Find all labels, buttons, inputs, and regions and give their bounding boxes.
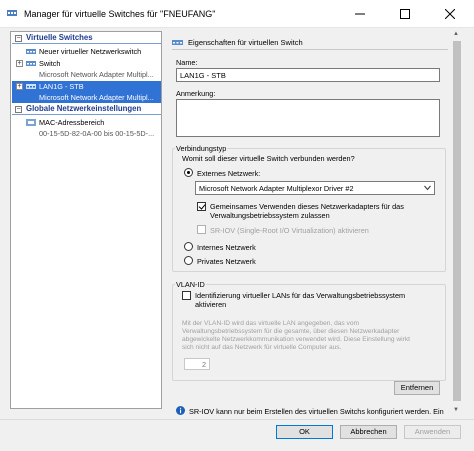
network-adapter-icon — [26, 49, 36, 54]
expand-icon[interactable]: + — [16, 83, 23, 90]
footer-divider — [0, 419, 474, 420]
tree-item-mac-range[interactable]: MAC-Adressbereich — [12, 117, 161, 128]
collapse-icon[interactable]: − — [15, 35, 22, 42]
note-label: Anmerkung: — [176, 89, 216, 98]
private-network-label[interactable]: Privates Netzwerk — [197, 257, 256, 266]
chevron-down-icon — [424, 185, 431, 191]
private-network-radio[interactable] — [184, 256, 193, 265]
window-title: Manager für virtuelle Switches für "FNEU… — [24, 9, 216, 19]
properties-header: Eigenschaften für virtuellen Switch — [172, 36, 448, 50]
external-network-radio[interactable] — [184, 168, 193, 177]
properties-panel: Eigenschaften für virtuellen Switch Name… — [168, 31, 451, 416]
connection-question: Womit soll dieser virtuelle Switch verbu… — [182, 154, 355, 163]
tree-item-switch[interactable]: + Switch — [12, 58, 161, 69]
network-card-icon — [26, 119, 36, 126]
close-button[interactable] — [427, 0, 473, 28]
internal-network-radio[interactable] — [184, 242, 193, 251]
network-switch-app-icon — [7, 10, 17, 16]
tree-item-mac-range-value[interactable]: 00-15-5D-82-0A-00 bis 00-15-5D-... — [12, 128, 161, 139]
vlan-enable-checkbox[interactable] — [182, 291, 191, 300]
cancel-button[interactable]: Abbrechen — [340, 425, 397, 439]
minimize-icon — [355, 13, 365, 15]
properties-scrollbar[interactable]: ▲ ▼ — [452, 31, 462, 416]
tree-header-global-settings[interactable]: − Globale Netzwerkeinstellungen — [12, 104, 161, 115]
ok-button[interactable]: OK — [276, 425, 333, 439]
share-adapter-checkbox[interactable] — [197, 202, 206, 211]
remove-button[interactable]: Entfernen — [394, 381, 440, 395]
sriov-checkbox[interactable] — [197, 225, 206, 234]
note-field[interactable] — [176, 99, 440, 137]
tree-header-virtual-switches[interactable]: − Virtuelle Switches — [12, 33, 161, 44]
vlan-description-line2: Verwaltungsbetriebssystem für die gesamt… — [182, 328, 400, 335]
connection-type-title: Verbindungstyp — [175, 144, 228, 153]
vlan-id-field[interactable]: 2 — [184, 358, 210, 370]
network-switch-icon — [172, 40, 183, 45]
maximize-icon — [400, 9, 410, 19]
vlan-enable-label-line1[interactable]: Identifizierung virtueller LANs für das … — [195, 291, 405, 300]
maximize-button[interactable] — [382, 0, 428, 28]
expand-icon[interactable]: + — [16, 60, 23, 67]
title-bar: Manager für virtuelle Switches für "FNEU… — [0, 0, 474, 28]
minimize-button[interactable] — [337, 0, 383, 28]
close-icon — [445, 9, 455, 19]
scroll-up-icon[interactable]: ▲ — [453, 31, 459, 37]
vlan-description-line1: Mit der VLAN-ID wird das virtuelle LAN a… — [182, 320, 360, 327]
tree-item-switch-adapter[interactable]: Microsoft Network Adapter Multipl... — [12, 69, 161, 80]
vlan-enable-label-line2[interactable]: aktivieren — [195, 300, 226, 309]
external-network-label[interactable]: Externes Netzwerk: — [197, 169, 260, 178]
share-adapter-label-line2[interactable]: Verwaltungsbetriebssystem zulassen — [210, 211, 330, 220]
vlan-description-line3: abgewickelte Netzwerkkommunikation verwe… — [182, 336, 410, 343]
vlan-description-line4: sich nicht auf das Netzwerk für virtuell… — [182, 344, 342, 351]
dialog-body: − Virtuelle Switches Neuer virtueller Ne… — [0, 28, 474, 451]
sriov-info-text: SR-IOV kann nur beim Erstellen des virtu… — [189, 407, 444, 416]
header-divider — [172, 49, 448, 50]
internal-network-label[interactable]: Internes Netzwerk — [197, 243, 256, 252]
scroll-thumb[interactable] — [453, 41, 461, 401]
apply-button[interactable]: Anwenden — [404, 425, 461, 439]
tree-item-lan1g-stb[interactable]: + LAN1G - STB — [12, 81, 161, 92]
network-switch-icon — [26, 84, 36, 89]
sriov-label: SR-IOV (Single-Root I/O Virtualization) … — [210, 226, 369, 235]
name-field[interactable]: LAN1G - STB — [176, 68, 440, 82]
name-label: Name: — [176, 58, 198, 67]
network-switch-icon — [26, 61, 36, 66]
vlan-title: VLAN-ID — [175, 280, 206, 289]
tree-item-lan1g-stb-adapter[interactable]: Microsoft Network Adapter Multipl... — [12, 92, 161, 103]
collapse-icon[interactable]: − — [15, 106, 22, 113]
adapter-select[interactable]: Microsoft Network Adapter Multiplexor Dr… — [195, 181, 435, 195]
switch-tree[interactable]: − Virtuelle Switches Neuer virtueller Ne… — [10, 31, 162, 409]
info-icon — [176, 406, 185, 415]
tree-item-new-switch[interactable]: Neuer virtueller Netzwerkswitch — [12, 46, 161, 57]
share-adapter-label-line1[interactable]: Gemeinsames Verwenden dieses Netzwerkada… — [210, 202, 404, 211]
scroll-down-icon[interactable]: ▼ — [453, 407, 459, 413]
